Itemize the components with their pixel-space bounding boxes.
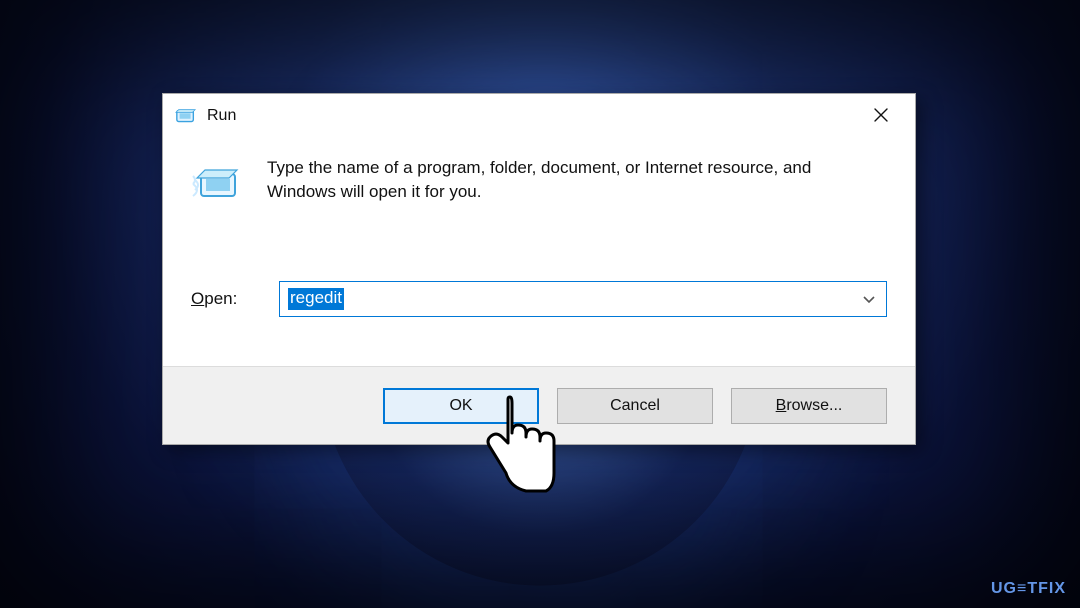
- cancel-button[interactable]: Cancel: [557, 388, 713, 424]
- close-button[interactable]: [857, 96, 905, 134]
- dialog-body: Type the name of a program, folder, docu…: [163, 138, 915, 273]
- open-row: Open: regedit: [163, 281, 915, 317]
- dialog-description: Type the name of a program, folder, docu…: [267, 156, 827, 204]
- button-row: OK Cancel Browse...: [163, 366, 915, 444]
- run-dialog: Run Type: [162, 93, 916, 445]
- dialog-title: Run: [207, 107, 857, 125]
- browse-button-label: Browse...: [776, 397, 843, 415]
- close-icon: [874, 108, 888, 122]
- titlebar: Run: [163, 94, 915, 138]
- run-icon: [175, 105, 197, 127]
- watermark: UG≡TFIX: [991, 580, 1066, 598]
- cancel-button-label: Cancel: [610, 397, 660, 415]
- open-combobox[interactable]: regedit: [279, 281, 887, 317]
- ok-button[interactable]: OK: [383, 388, 539, 424]
- run-large-icon: [191, 160, 245, 208]
- page-background: Run Type: [0, 0, 1080, 608]
- chevron-down-icon[interactable]: [862, 292, 876, 306]
- browse-button[interactable]: Browse...: [731, 388, 887, 424]
- ok-button-label: OK: [449, 397, 472, 415]
- open-label: Open:: [191, 289, 261, 309]
- open-input-value: regedit: [288, 288, 344, 310]
